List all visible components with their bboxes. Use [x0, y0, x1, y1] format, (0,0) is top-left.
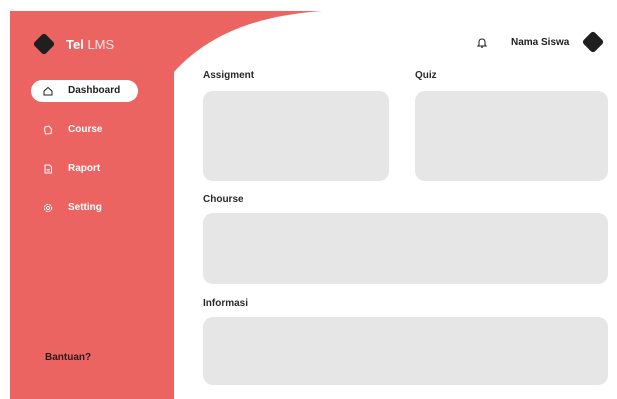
sidebar-item-course[interactable]: Course [31, 119, 138, 141]
sidebar-item-label: Dashboard [68, 85, 121, 96]
help-link[interactable]: Bantuan? [45, 352, 91, 363]
brand-name: Tel LMS [66, 36, 115, 52]
sidebar-item-label: Raport [68, 163, 101, 174]
info-title: Informasi [203, 298, 249, 309]
diamond-logo-icon [32, 32, 56, 56]
app-window: Tel LMS Dashboard Course Raport Setting … [0, 0, 617, 399]
quiz-title: Quiz [415, 70, 437, 81]
quiz-card[interactable] [415, 91, 608, 181]
gear-icon [43, 203, 53, 213]
book-icon [43, 125, 53, 135]
info-card[interactable] [203, 317, 608, 385]
document-icon [43, 164, 53, 174]
home-icon [43, 86, 53, 96]
bell-icon[interactable] [476, 36, 488, 48]
sidebar-item-dashboard[interactable]: Dashboard [31, 80, 138, 102]
course-title: Chourse [203, 194, 244, 205]
course-card[interactable] [203, 213, 608, 284]
brand-logo[interactable]: Tel LMS [32, 32, 143, 56]
sidebar-item-raport[interactable]: Raport [31, 158, 138, 180]
sidebar-item-label: Setting [68, 202, 102, 213]
assignment-card[interactable] [203, 91, 389, 181]
sidebar-item-label: Course [68, 124, 103, 135]
username-label[interactable]: Nama Siswa [511, 37, 569, 48]
assignment-title: Assigment [203, 70, 255, 81]
sidebar-item-setting[interactable]: Setting [31, 197, 138, 219]
